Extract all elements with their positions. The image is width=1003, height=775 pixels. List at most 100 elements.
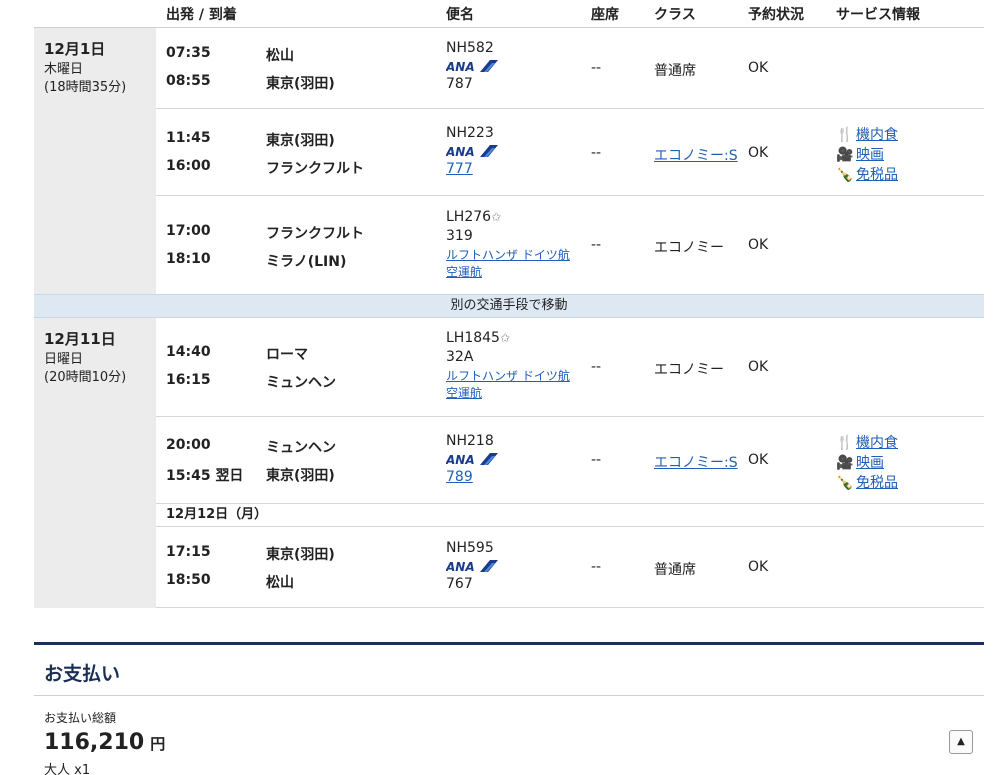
dep-airport: フランクフルト <box>266 226 364 242</box>
class-value: 普通席 <box>654 562 696 578</box>
aircraft-type: 767 <box>446 576 473 592</box>
film-camera-icon: 🎥 <box>836 147 854 163</box>
day-weekday: 木曜日 <box>44 62 84 77</box>
seat-value: -- <box>591 359 602 375</box>
ana-logo-icon: ANA <box>446 60 498 73</box>
flight-number: NH223 <box>446 125 494 141</box>
class-link[interactable]: エコノミー:S <box>654 452 738 472</box>
payment-total-label: お支払い総額 <box>44 711 117 725</box>
dep-time: 20:00 <box>166 437 211 453</box>
arr-airport: 東京(羽田) <box>266 468 335 484</box>
arr-airport: 松山 <box>266 575 294 591</box>
svg-text:ANA: ANA <box>446 145 475 158</box>
caret-up-icon: ▲ <box>957 736 965 747</box>
service-movie[interactable]: 🎥 映画 <box>836 452 884 472</box>
aircraft-type: 319 <box>446 228 473 244</box>
status-value: OK <box>748 145 769 161</box>
status-value: OK <box>748 359 769 375</box>
ana-logo-icon: ANA <box>446 560 498 573</box>
flight-segment: 17:00 フランクフルト 18:10 ミラノ(LIN) LH276✩ 319 … <box>156 196 984 294</box>
flight-number: LH276✩ <box>446 209 502 225</box>
payment-section: お支払い <box>34 642 984 696</box>
payment-title: お支払い <box>44 663 121 685</box>
class-value: 普通席 <box>654 63 696 79</box>
day-weekday: 日曜日 <box>44 352 84 367</box>
arr-airport: ミラノ(LIN) <box>266 254 347 270</box>
fork-knife-icon: 🍴 <box>836 127 854 143</box>
arr-airport: 東京(羽田) <box>266 76 335 92</box>
day-duration: (18時間35分) <box>44 80 127 95</box>
ana-logo-icon: ANA <box>446 145 498 158</box>
dep-time: 11:45 <box>166 130 211 146</box>
operator-link[interactable]: ルフトハンザ ドイツ航空運航 <box>446 247 576 281</box>
svg-text:ANA: ANA <box>446 560 475 573</box>
class-value: エコノミー <box>654 362 724 378</box>
aircraft-link[interactable]: 777 <box>446 161 473 177</box>
seat-value: -- <box>591 452 602 468</box>
flight-segment: 11:45 東京(羽田) 16:00 フランクフルト NH223 ANA 777… <box>156 109 984 196</box>
ana-logo-icon: ANA <box>446 453 498 466</box>
aircraft-link[interactable]: 789 <box>446 469 473 485</box>
status-value: OK <box>748 60 769 76</box>
flight-number: NH582 <box>446 40 494 56</box>
flight-number: NH595 <box>446 540 494 556</box>
status-value: OK <box>748 559 769 575</box>
class-value: エコノミー <box>654 240 724 256</box>
seat-value: -- <box>591 237 602 253</box>
fork-knife-icon: 🍴 <box>836 435 854 451</box>
header-status: 予約状況 <box>748 7 804 23</box>
subdate-row: 12月12日（月） <box>156 504 984 527</box>
day-date: 12月1日 <box>44 40 106 58</box>
seat-value: -- <box>591 559 602 575</box>
service-movie[interactable]: 🎥 映画 <box>836 144 884 164</box>
dep-airport: ミュンヘン <box>266 440 336 456</box>
arr-time: 18:10 <box>166 251 211 267</box>
collapse-button[interactable]: ▲ <box>949 730 973 754</box>
header-flight: 便名 <box>446 7 474 23</box>
arr-time: 16:00 <box>166 158 211 174</box>
aircraft-type: 787 <box>446 76 473 92</box>
service-dutyfree[interactable]: 🍾 免税品 <box>836 472 898 492</box>
service-meal[interactable]: 🍴 機内食 <box>836 124 898 144</box>
arr-airport: ミュンヘン <box>266 375 336 391</box>
arr-time: 18:50 <box>166 572 211 588</box>
payment-passengers: 大人 x1 <box>44 763 91 775</box>
star-icon: ✩ <box>491 210 502 224</box>
film-camera-icon: 🎥 <box>836 455 854 471</box>
day-block-2: 12月11日 日曜日 (20時間10分) 14:40 ローマ 16:15 ミュン… <box>34 318 984 608</box>
dep-time: 17:00 <box>166 223 211 239</box>
header-seat: 座席 <box>591 7 619 23</box>
flight-number: NH218 <box>446 433 494 449</box>
status-value: OK <box>748 452 769 468</box>
arr-time: 15:45 翌日 <box>166 468 244 484</box>
seat-value: -- <box>591 145 602 161</box>
svg-text:ANA: ANA <box>446 60 475 73</box>
header-class: クラス <box>654 7 696 23</box>
dep-airport: 東京(羽田) <box>266 133 335 149</box>
dep-airport: 松山 <box>266 48 294 64</box>
seat-value: -- <box>591 60 602 76</box>
operator-link[interactable]: ルフトハンザ ドイツ航空運航 <box>446 368 576 402</box>
service-dutyfree[interactable]: 🍾 免税品 <box>836 164 898 184</box>
day-duration: (20時間10分) <box>44 370 127 385</box>
day-date: 12月11日 <box>44 330 116 348</box>
day-block-1: 12月1日 木曜日 (18時間35分) 07:35 松山 08:55 東京(羽田… <box>34 28 984 294</box>
payment-amount: 116,210 円 <box>44 730 166 755</box>
header-service: サービス情報 <box>836 7 920 23</box>
dep-time: 17:15 <box>166 544 211 560</box>
bottle-icon: 🍾 <box>836 475 854 491</box>
transfer-note: 別の交通手段で移動 <box>34 294 984 318</box>
class-link[interactable]: エコノミー:S <box>654 145 738 165</box>
dep-time: 14:40 <box>166 344 211 360</box>
flight-segment: 07:35 松山 08:55 東京(羽田) NH582 ANA 787 -- 普… <box>156 28 984 109</box>
status-value: OK <box>748 237 769 253</box>
flight-number: LH1845✩ <box>446 330 511 346</box>
flight-segment: 17:15 東京(羽田) 18:50 松山 NH595 ANA 767 -- 普… <box>156 527 984 608</box>
dep-airport: 東京(羽田) <box>266 547 335 563</box>
aircraft-type: 32A <box>446 349 474 365</box>
dep-airport: ローマ <box>266 347 308 363</box>
flight-segment: 14:40 ローマ 16:15 ミュンヘン LH1845✩ 32A ルフトハンザ… <box>156 318 984 417</box>
header-dep-arr: 出発 / 到着 <box>166 7 237 23</box>
service-meal[interactable]: 🍴 機内食 <box>836 432 898 452</box>
arr-time: 08:55 <box>166 73 211 89</box>
